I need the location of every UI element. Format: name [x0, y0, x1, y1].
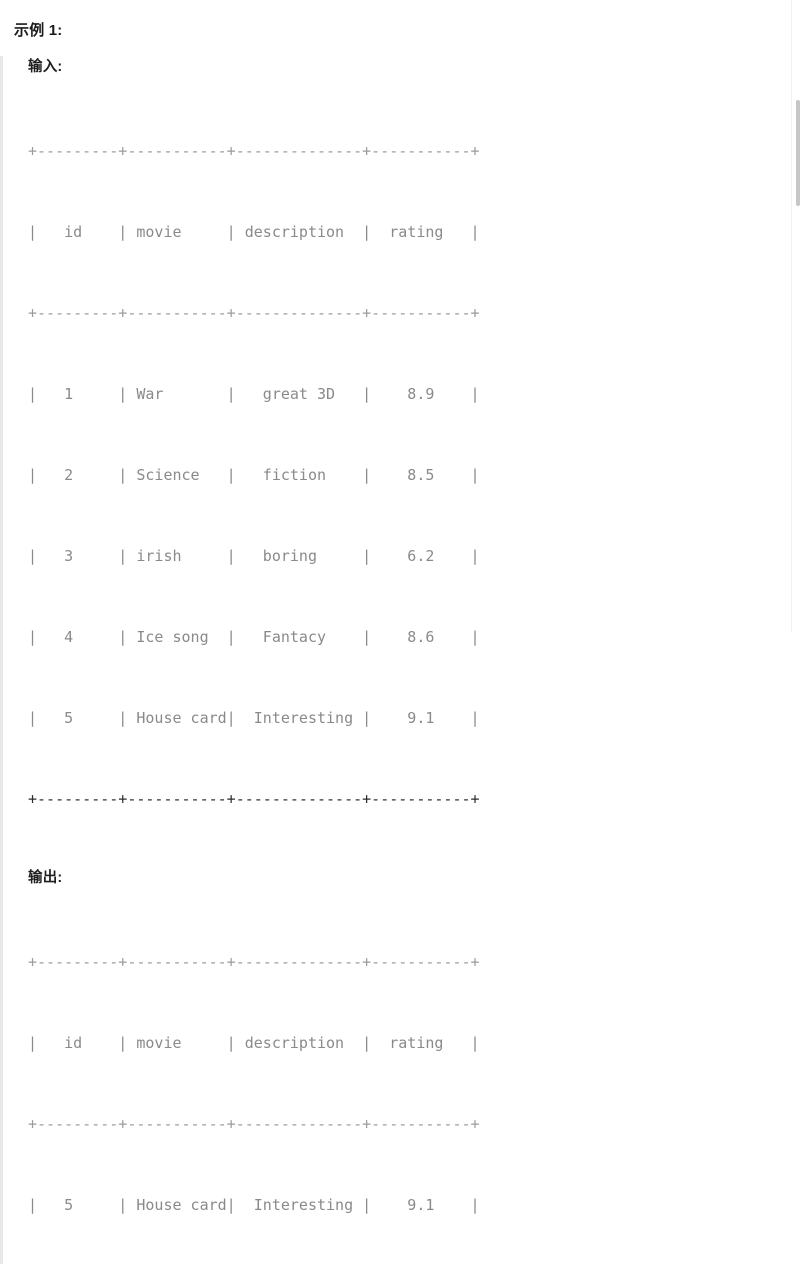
table-row: | 5 | House card| Interesting | 9.1 | [28, 709, 480, 727]
output-table-sep-mid: +---------+-----------+--------------+--… [28, 1115, 480, 1133]
scrollbar-thumb[interactable] [796, 100, 800, 206]
vertical-scrollbar[interactable] [791, 0, 804, 632]
input-ascii-table: +---------+-----------+--------------+--… [28, 84, 792, 867]
input-table-header-row: | id | movie | description | rating | [28, 223, 480, 241]
output-table-sep-top: +---------+-----------+--------------+--… [28, 953, 480, 971]
example-blockquote: 输入: +---------+-----------+-------------… [0, 56, 792, 1264]
output-table-header-row: | id | movie | description | rating | [28, 1034, 480, 1052]
input-table-sep-bottom: +---------+-----------+--------------+--… [28, 790, 480, 808]
table-row: | 2 | Science | fiction | 8.5 | [28, 466, 480, 484]
table-row: | 3 | irish | boring | 6.2 | [28, 547, 480, 565]
table-row: | 1 | War | great 3D | 8.9 | [28, 385, 480, 403]
table-row: | 4 | Ice song | Fantacy | 8.6 | [28, 628, 480, 646]
output-label: 输出: [28, 870, 63, 886]
page-title: 示例 1: [14, 22, 63, 39]
input-table-sep-top: +---------+-----------+--------------+--… [28, 142, 480, 160]
table-row: | 5 | House card| Interesting | 9.1 | [28, 1196, 480, 1214]
output-ascii-table: +---------+-----------+--------------+--… [28, 895, 792, 1264]
input-table-sep-mid: +---------+-----------+--------------+--… [28, 304, 480, 322]
input-label: 输入: [28, 59, 63, 75]
example-page: 示例 1: 输入: +---------+-----------+-------… [0, 0, 792, 1264]
